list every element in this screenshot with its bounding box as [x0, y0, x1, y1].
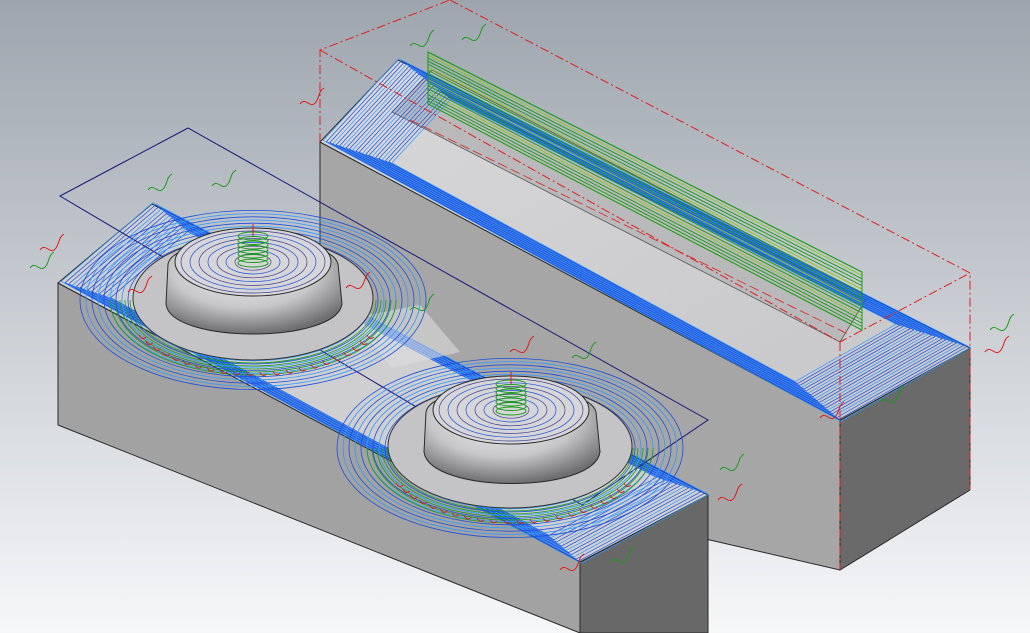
3d-scene[interactable]: [0, 0, 1030, 633]
cad-viewport[interactable]: [0, 0, 1030, 633]
